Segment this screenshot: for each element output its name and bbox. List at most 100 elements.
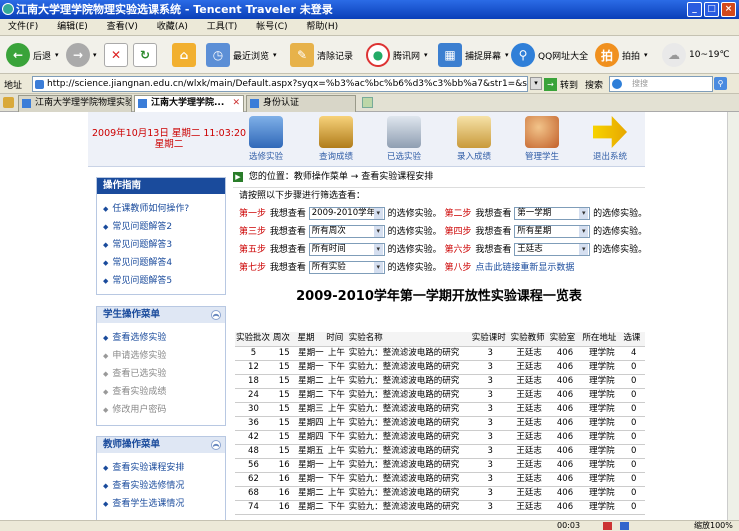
- folder-icon: [387, 116, 421, 148]
- weekday-select[interactable]: 所有星期: [514, 225, 591, 238]
- table-cell: 3: [470, 416, 510, 431]
- nav-exit-system[interactable]: 退出系统: [580, 116, 640, 162]
- table-cell: 3: [470, 472, 510, 487]
- menu-apply-elective[interactable]: 申请选修实验: [97, 347, 225, 365]
- nav-elective-experiments[interactable]: 选修实验: [236, 116, 296, 162]
- table-cell: 王廷志: [509, 430, 549, 445]
- table-cell: 406: [548, 388, 582, 403]
- globe-user-icon: [249, 116, 283, 148]
- nav-selected-experiments[interactable]: 已选实验: [374, 116, 434, 162]
- site-header: 2009年10月13日 星期二 11:03:20 星期二 选修实验 查询成绩 已…: [88, 112, 645, 167]
- table-cell: 3: [470, 500, 510, 515]
- table-cell: 实验九：整流滤波电路的研究: [347, 360, 471, 375]
- home-tab-icon[interactable]: [3, 97, 14, 108]
- weather-widget[interactable]: ☁ 10~19℃: [662, 41, 730, 69]
- table-row: 48 15 星期五 上午 实验九：整流滤波电路的研究 3 王廷志 406 理学院 0: [235, 444, 645, 459]
- menu-student-selection[interactable]: 查看学生选课情况: [97, 495, 225, 513]
- menu-tools[interactable]: 工具(T): [199, 19, 246, 36]
- guide-item[interactable]: 常见问题解答2: [97, 218, 225, 236]
- close-window-button[interactable]: ×: [721, 2, 736, 17]
- menu-favorites[interactable]: 收藏(A): [149, 19, 196, 36]
- guide-item[interactable]: 常见问题解答3: [97, 236, 225, 254]
- nav-manage-students[interactable]: 管理学生: [512, 116, 572, 162]
- menu-elective-status[interactable]: 查看实验选修情况: [97, 477, 225, 495]
- clear-history-button[interactable]: ✎ 清除记录: [290, 41, 353, 69]
- table-cell: 实验九：整流滤波电路的研究: [347, 472, 471, 487]
- window-title-bar: 江南大学理学院物理实验选课系统 - Tencent Traveler 未登录 _…: [0, 0, 739, 19]
- url-dropdown-button[interactable]: ▾: [530, 77, 542, 90]
- minimize-button[interactable]: _: [687, 2, 702, 17]
- table-cell: 406: [548, 500, 582, 515]
- forward-button[interactable]: → ▾: [66, 41, 97, 69]
- zoom-level[interactable]: 缩放100%: [694, 521, 733, 531]
- hourglass-icon: [319, 116, 353, 148]
- student-menu-header[interactable]: 学生操作菜单 ︽: [97, 307, 225, 323]
- go-button[interactable]: → 转到: [544, 76, 578, 92]
- qq-sites-button[interactable]: ⚲ QQ网址大全: [511, 41, 588, 69]
- tab-physics-lab-2[interactable]: 江南大学理学院... ✕: [134, 95, 244, 112]
- teacher-menu-header[interactable]: 教师操作菜单 ︽: [97, 437, 225, 453]
- week-select[interactable]: 所有周次: [308, 225, 385, 238]
- go-arrow-icon: →: [544, 77, 557, 91]
- left-margin: [0, 112, 88, 520]
- nav-query-scores[interactable]: 查询成绩: [306, 116, 366, 162]
- table-row: 68 16 星期二 上午 实验九：整流滤波电路的研究 3 王廷志 406 理学院 0: [235, 486, 645, 501]
- semester-select[interactable]: 第一学期: [514, 207, 591, 220]
- search-input[interactable]: 搜搜: [609, 76, 713, 92]
- table-cell: 16: [271, 486, 297, 501]
- student-menu-panel: 学生操作菜单 ︽ 查看选修实验 申请选修实验 查看已选实验 查看实验成绩 修改用…: [96, 306, 226, 426]
- menu-change-password[interactable]: 修改用户密码: [97, 401, 225, 419]
- table-cell: 理学院: [581, 360, 623, 375]
- menu-view-selected[interactable]: 查看已选实验: [97, 365, 225, 383]
- table-cell: 星期一: [296, 458, 326, 473]
- home-button[interactable]: ⌂: [172, 41, 199, 69]
- collapse-icon[interactable]: ︽: [211, 310, 221, 320]
- menu-help[interactable]: 帮助(H): [298, 19, 346, 36]
- table-cell: 15: [271, 388, 297, 403]
- table-cell: 上午: [325, 374, 348, 389]
- stop-button[interactable]: ✕: [104, 41, 131, 69]
- tab-page-icon: [138, 99, 147, 108]
- maximize-button[interactable]: □: [704, 2, 719, 17]
- refresh-button[interactable]: ↻: [133, 41, 160, 69]
- vertical-scrollbar[interactable]: [727, 112, 739, 520]
- guide-panel: 操作指南 任课教师如何操作? 常见问题解答2 常见问题解答3 常见问题解答4 常…: [96, 177, 226, 295]
- table-cell: 下午: [325, 500, 348, 515]
- time-select[interactable]: 所有时间: [308, 243, 385, 256]
- search-go-icon[interactable]: ⚲: [714, 77, 727, 90]
- menu-account[interactable]: 帐号(C): [248, 19, 295, 36]
- collapse-icon[interactable]: ︽: [211, 440, 221, 450]
- experiment-select[interactable]: 所有实验: [308, 261, 385, 274]
- new-tab-icon[interactable]: [362, 97, 373, 108]
- menu-view[interactable]: 查看(V): [99, 19, 146, 36]
- tab-close-icon[interactable]: ✕: [232, 96, 240, 111]
- nav-enter-scores[interactable]: 录入成绩: [444, 116, 504, 162]
- guide-item[interactable]: 常见问题解答5: [97, 272, 225, 290]
- menu-edit[interactable]: 编辑(E): [49, 19, 96, 36]
- url-input[interactable]: http://science.jiangnan.edu.cn/wlxk/main…: [32, 76, 528, 92]
- menu-course-schedule[interactable]: 查看实验课程安排: [97, 459, 225, 477]
- table-cell: 星期一: [296, 472, 326, 487]
- refresh-data-link[interactable]: 点击此链接重新显示数据: [475, 263, 574, 273]
- guide-item[interactable]: 任课教师如何操作?: [97, 200, 225, 218]
- table-row: 5 15 星期一 上午 实验九：整流滤波电路的研究 3 王廷志 406 理学院 4: [235, 346, 645, 361]
- status-time: 00:03: [557, 521, 581, 530]
- table-row: 30 15 星期三 上午 实验九：整流滤波电路的研究 3 王廷志 406 理学院 0: [235, 402, 645, 417]
- teacher-select[interactable]: 王廷志: [514, 243, 591, 256]
- menu-file[interactable]: 文件(F): [0, 19, 46, 36]
- table-cell: 0: [622, 458, 645, 473]
- menu-view-scores[interactable]: 查看实验成绩: [97, 383, 225, 401]
- capture-button[interactable]: ▦ 捕捉屏幕 ▾: [438, 41, 509, 69]
- table-cell: 理学院: [581, 430, 623, 445]
- guide-item[interactable]: 常见问题解答4: [97, 254, 225, 272]
- back-button[interactable]: ← 后退 ▾: [6, 41, 59, 69]
- year-select[interactable]: 2009-2010学年: [308, 207, 385, 220]
- tab-auth[interactable]: 身份认证: [246, 95, 356, 112]
- paipai-button[interactable]: 拍 拍拍 ▾: [595, 41, 648, 69]
- tab-physics-lab-1[interactable]: 江南大学理学院物理实验数...: [18, 95, 132, 112]
- tencent-button[interactable]: ● 腾讯网 ▾: [366, 41, 428, 69]
- menu-view-electives[interactable]: 查看选修实验: [97, 329, 225, 347]
- recent-button[interactable]: ◷ 最近浏览 ▾: [206, 41, 277, 69]
- table-cell: 上午: [325, 458, 348, 473]
- table-cell: 理学院: [581, 388, 623, 403]
